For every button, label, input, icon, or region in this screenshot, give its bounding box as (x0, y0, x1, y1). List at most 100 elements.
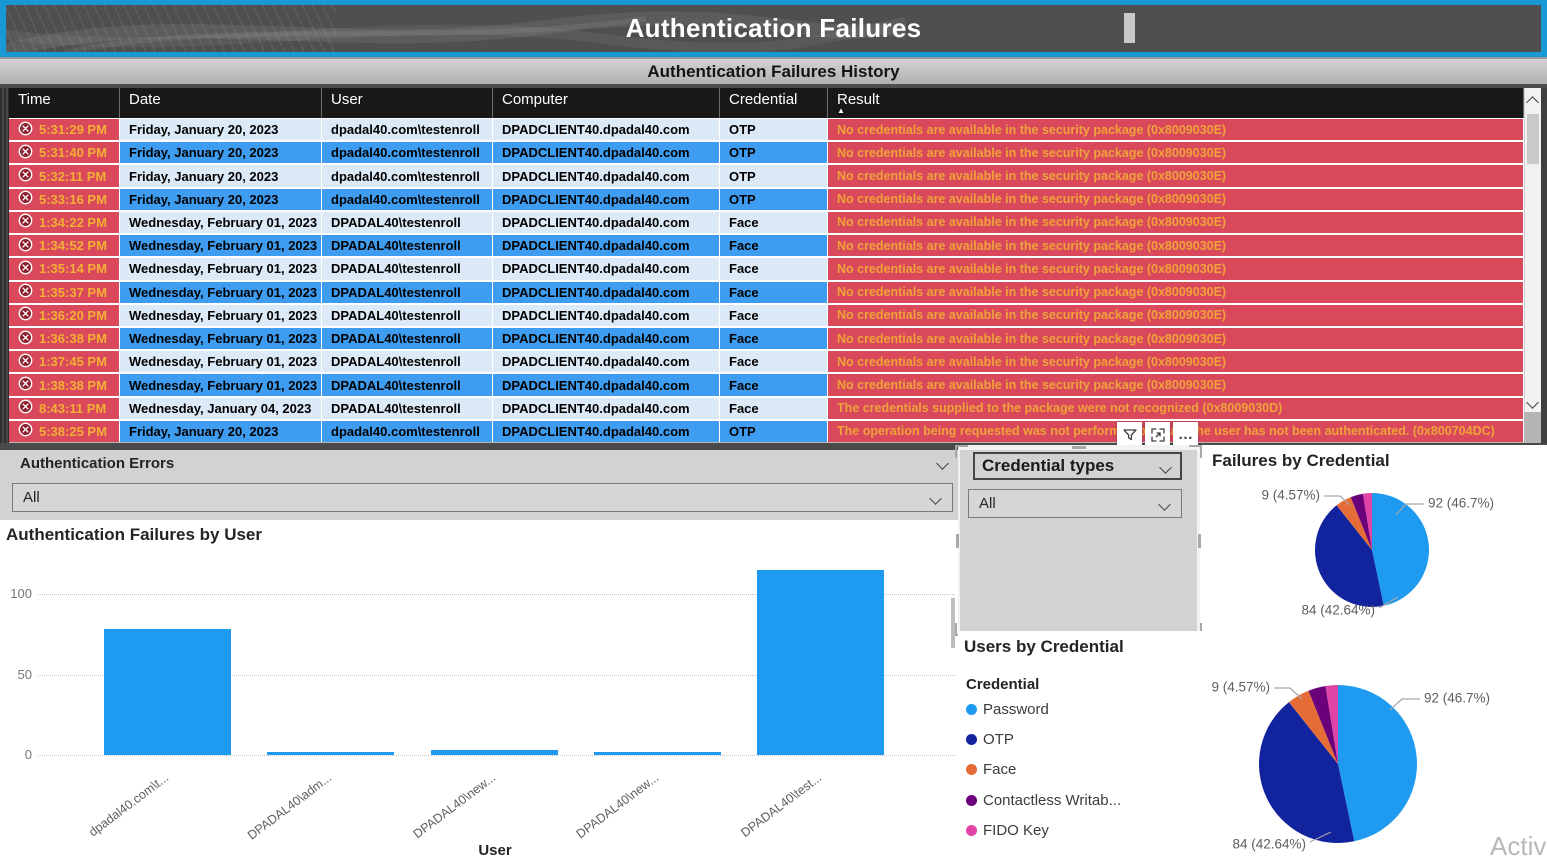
date-cell: Friday, January 20, 2023 (120, 421, 322, 442)
filter-icon[interactable] (1117, 422, 1142, 447)
time-cell: 5:33:16 PM (9, 189, 120, 210)
error-icon (18, 167, 33, 185)
credential-types-selected-value: All (979, 495, 996, 512)
user-cell: DPADAL40\testenroll (322, 374, 493, 395)
table-row[interactable]: 8:43:11 PMWednesday, January 04, 2023DPA… (9, 398, 1524, 421)
table-row[interactable]: 5:32:11 PMFriday, January 20, 2023dpadal… (9, 165, 1524, 188)
data-label: 92 (46.7%) (1428, 496, 1494, 511)
table-row[interactable]: 1:34:52 PMWednesday, February 01, 2023DP… (9, 235, 1524, 258)
user-cell: dpadal40.com\testenroll (322, 165, 493, 186)
date-cell: Wednesday, February 01, 2023 (120, 212, 322, 233)
bar-plot-area: 050100dpadal40.com\t...DPADAL40\adm...DP… (0, 520, 958, 863)
more-options-icon[interactable]: … (1173, 422, 1198, 447)
error-icon (18, 399, 33, 417)
column-header-credential[interactable]: Credential (720, 88, 828, 118)
time-cell: 1:34:52 PM (9, 235, 120, 256)
result-cell: No credentials are available in the secu… (828, 165, 1524, 186)
computer-cell: DPADCLIENT40.dpadal40.com (493, 328, 720, 349)
date-cell: Wednesday, February 01, 2023 (120, 351, 322, 372)
data-label: 84 (42.64%) (1301, 603, 1375, 618)
user-cell: DPADAL40\testenroll (322, 398, 493, 419)
bar-DPADAL40\adm...[interactable] (267, 752, 394, 755)
user-cell: DPADAL40\testenroll (322, 258, 493, 279)
date-cell: Wednesday, February 01, 2023 (120, 282, 322, 303)
credential-types-header[interactable]: Credential types (973, 452, 1182, 480)
selection-handle[interactable] (1198, 534, 1201, 548)
column-header-user[interactable]: User (322, 88, 493, 118)
computer-cell: DPADCLIENT40.dpadal40.com (493, 212, 720, 233)
pie-chart: 92 (46.7%)84 (42.64%)9 (4.57%) (958, 631, 1547, 863)
auth-errors-dropdown[interactable]: All (12, 483, 953, 512)
time-cell: 1:35:37 PM (9, 282, 120, 303)
table-row[interactable]: 1:35:14 PMWednesday, February 01, 2023DP… (9, 258, 1524, 281)
scroll-down-icon[interactable] (1528, 394, 1538, 404)
user-cell: DPADAL40\testenroll (322, 282, 493, 303)
column-header-date[interactable]: Date (120, 88, 322, 118)
failures-by-credential-chart: Failures by Credential 92 (46.7%)84 (42.… (1200, 445, 1547, 631)
error-icon (18, 283, 33, 301)
table-row[interactable]: 1:35:37 PMWednesday, February 01, 2023DP… (9, 282, 1524, 305)
column-header-time[interactable]: Time (9, 88, 120, 118)
table-row[interactable]: 1:37:45 PMWednesday, February 01, 2023DP… (9, 351, 1524, 374)
error-icon (18, 144, 33, 162)
credential-cell: Face (720, 398, 828, 419)
selection-handle[interactable] (956, 534, 959, 548)
result-cell: No credentials are available in the secu… (828, 374, 1524, 395)
result-cell: The credentials supplied to the package … (828, 398, 1524, 419)
bar-DPADAL40\test...[interactable] (757, 570, 884, 755)
time-cell: 5:31:40 PM (9, 142, 120, 163)
computer-cell: DPADCLIENT40.dpadal40.com (493, 165, 720, 186)
result-cell: No credentials are available in the secu… (828, 189, 1524, 210)
result-cell: No credentials are available in the secu… (828, 142, 1524, 163)
column-header-computer[interactable]: Computer (493, 88, 720, 118)
date-cell: Wednesday, February 01, 2023 (120, 235, 322, 256)
error-icon (18, 330, 33, 348)
result-cell: No credentials are available in the secu… (828, 305, 1524, 326)
selection-handle[interactable] (1072, 446, 1086, 449)
error-icon (18, 121, 33, 139)
user-cell: dpadal40.com\testenroll (322, 421, 493, 442)
report-title-bar: Authentication Failures (0, 0, 1547, 57)
credential-cell: OTP (720, 189, 828, 210)
focus-mode-icon[interactable] (1145, 422, 1170, 447)
scroll-up-icon[interactable] (1528, 94, 1538, 104)
credential-cell: Face (720, 305, 828, 326)
scrollbar-thumb[interactable] (1527, 114, 1539, 164)
chevron-down-icon[interactable] (936, 457, 949, 470)
column-header-result[interactable]: Result▲ (828, 88, 1524, 118)
dashboard-root: Authentication Failures Authentication F… (0, 0, 1547, 863)
table-row[interactable]: 5:31:40 PMFriday, January 20, 2023dpadal… (9, 142, 1524, 165)
auth-errors-selected-value: All (23, 489, 40, 506)
result-cell: No credentials are available in the secu… (828, 351, 1524, 372)
credential-cell: Face (720, 328, 828, 349)
table-row[interactable]: 1:34:22 PMWednesday, February 01, 2023DP… (9, 212, 1524, 235)
bar-dpadal40.com\t...[interactable] (104, 629, 231, 755)
time-cell: 5:38:25 PM (9, 421, 120, 442)
credential-types-dropdown[interactable]: All (968, 489, 1182, 518)
table-scrollbar[interactable] (1524, 88, 1541, 412)
table-row[interactable]: 5:33:16 PMFriday, January 20, 2023dpadal… (9, 189, 1524, 212)
text-cursor (1124, 13, 1135, 43)
date-cell: Wednesday, February 01, 2023 (120, 305, 322, 326)
credential-cell: Face (720, 282, 828, 303)
credential-cell: Face (720, 212, 828, 233)
table-row[interactable]: 1:36:38 PMWednesday, February 01, 2023DP… (9, 328, 1524, 351)
date-cell: Wednesday, February 01, 2023 (120, 374, 322, 395)
selection-handle[interactable] (955, 445, 968, 458)
table-row[interactable]: 1:38:38 PMWednesday, February 01, 2023DP… (9, 374, 1524, 397)
computer-cell: DPADCLIENT40.dpadal40.com (493, 421, 720, 442)
pie-slice-Password[interactable] (1338, 685, 1417, 841)
date-cell: Friday, January 20, 2023 (120, 189, 322, 210)
table-row[interactable]: 5:38:25 PMFriday, January 20, 2023dpadal… (9, 421, 1524, 442)
bar-DPADAL40\new...[interactable] (594, 752, 721, 755)
result-cell: No credentials are available in the secu… (828, 235, 1524, 256)
computer-cell: DPADCLIENT40.dpadal40.com (493, 305, 720, 326)
chevron-down-icon (929, 492, 942, 505)
credential-cell: Face (720, 258, 828, 279)
table-row[interactable]: 1:36:20 PMWednesday, February 01, 2023DP… (9, 305, 1524, 328)
bar-DPADAL40\new...[interactable] (431, 750, 558, 755)
user-cell: DPADAL40\testenroll (322, 235, 493, 256)
table-row[interactable]: 5:31:29 PMFriday, January 20, 2023dpadal… (9, 119, 1524, 142)
selection-handle[interactable] (1189, 445, 1202, 458)
credential-cell: Face (720, 374, 828, 395)
